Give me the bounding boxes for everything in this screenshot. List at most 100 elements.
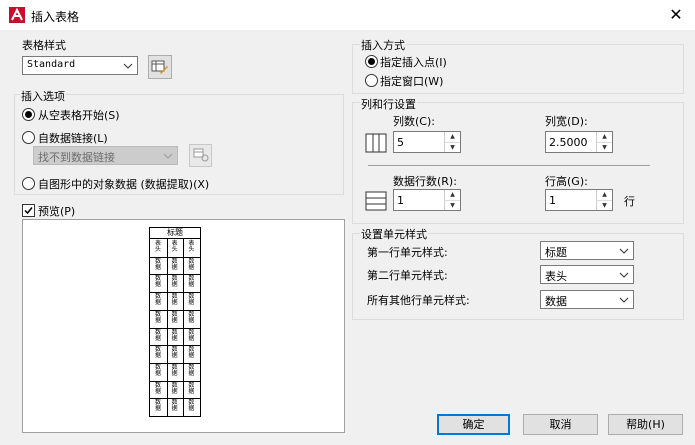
preview-data-cell: 数 据 bbox=[171, 257, 178, 271]
preview-data-cell: 数 据 bbox=[171, 328, 178, 342]
chevron-down-icon bbox=[619, 272, 629, 278]
columns-label: 列数(C): bbox=[393, 115, 435, 128]
specify-window-label: 指定窗口(W) bbox=[380, 75, 444, 88]
preview-data-cell: 数 据 bbox=[171, 363, 178, 377]
chevron-down-icon bbox=[619, 248, 629, 254]
data-rows-value: 1 bbox=[397, 194, 404, 207]
checkmark-icon bbox=[24, 207, 33, 215]
other-rows-style-value: 数据 bbox=[545, 295, 567, 308]
second-row-style-value: 表头 bbox=[545, 270, 567, 283]
spin-down-icon[interactable]: ▼ bbox=[597, 142, 612, 153]
specify-point-label: 指定插入点(I) bbox=[380, 56, 447, 69]
other-rows-style-select[interactable]: 数据 bbox=[540, 290, 634, 309]
preview-data-cell: 数 据 bbox=[154, 310, 161, 324]
chevron-down-icon bbox=[123, 63, 133, 69]
spin-down-icon[interactable]: ▼ bbox=[445, 200, 460, 211]
cell-styles-label: 设置单元样式 bbox=[360, 226, 428, 242]
insert-method-label: 插入方式 bbox=[360, 37, 406, 53]
row-height-value: 1 bbox=[549, 194, 556, 207]
preview-title-cell: 标题 bbox=[150, 228, 200, 239]
ok-button[interactable]: 确定 bbox=[437, 414, 510, 435]
specify-point-radio[interactable] bbox=[365, 55, 378, 68]
cancel-button[interactable]: 取消 bbox=[523, 414, 598, 435]
help-button[interactable]: 帮助(H) bbox=[608, 414, 683, 435]
data-link-select[interactable]: 找不到数据链接 bbox=[33, 146, 178, 165]
data-link-value: 找不到数据链接 bbox=[38, 151, 115, 164]
start-empty-radio[interactable] bbox=[22, 108, 35, 121]
preview-data-cell: 数 据 bbox=[171, 310, 178, 324]
title-bar bbox=[0, 0, 695, 30]
data-rows-label: 数据行数(R): bbox=[393, 175, 457, 188]
spin-down-icon[interactable]: ▼ bbox=[445, 142, 460, 153]
start-empty-label: 从空表格开始(S) bbox=[38, 109, 120, 122]
preview-checkbox[interactable] bbox=[22, 204, 35, 217]
preview-data-cell: 数 据 bbox=[188, 328, 195, 342]
preview-data-cell: 数 据 bbox=[154, 275, 161, 289]
column-width-value: 2.5000 bbox=[549, 136, 588, 149]
preview-table: 标题表 头表 头表 头数 据数 据数 据数 据数 据数 据数 据数 据数 据数 … bbox=[149, 227, 201, 417]
preview-data-cell: 数 据 bbox=[188, 257, 195, 271]
preview-header-cell: 表 头 bbox=[188, 240, 195, 253]
row-unit-label: 行 bbox=[624, 195, 635, 208]
preview-data-cell: 数 据 bbox=[171, 293, 178, 307]
divider bbox=[368, 165, 650, 166]
specify-window-radio[interactable] bbox=[365, 74, 378, 87]
preview-data-cell: 数 据 bbox=[188, 346, 195, 360]
preview-data-cell: 数 据 bbox=[188, 310, 195, 324]
preview-data-cell: 数 据 bbox=[188, 275, 195, 289]
table-style-value: Standard bbox=[27, 59, 76, 70]
from-drawing-data-radio[interactable] bbox=[22, 177, 35, 190]
preview-header-cell: 表 头 bbox=[171, 240, 178, 253]
preview-data-cell: 数 据 bbox=[154, 328, 161, 342]
data-link-manager-button[interactable] bbox=[189, 144, 212, 167]
second-row-style-select[interactable]: 表头 bbox=[540, 265, 634, 284]
preview-data-cell: 数 据 bbox=[188, 363, 195, 377]
preview-data-cell: 数 据 bbox=[171, 275, 178, 289]
columns-rows-label: 列和行设置 bbox=[360, 96, 417, 112]
preview-label: 预览(P) bbox=[38, 205, 76, 218]
preview-data-cell: 数 据 bbox=[171, 381, 178, 395]
preview-header-cell: 表 头 bbox=[154, 240, 161, 253]
preview-data-cell: 数 据 bbox=[188, 381, 195, 395]
first-row-style-label: 第一行单元样式: bbox=[367, 246, 448, 259]
from-data-link-radio[interactable] bbox=[22, 131, 35, 144]
column-width-label: 列宽(D): bbox=[545, 115, 588, 128]
table-style-label: 表格样式 bbox=[22, 39, 66, 52]
table-edit-icon bbox=[151, 60, 168, 74]
table-style-select[interactable]: Standard bbox=[22, 56, 138, 75]
rows-icon bbox=[365, 191, 387, 211]
spin-up-icon[interactable]: ▲ bbox=[445, 132, 460, 142]
preview-data-cell: 数 据 bbox=[188, 293, 195, 307]
spin-down-icon[interactable]: ▼ bbox=[597, 200, 612, 211]
columns-icon bbox=[365, 133, 387, 153]
autocad-logo-icon bbox=[9, 7, 25, 23]
preview-data-cell: 数 据 bbox=[154, 257, 161, 271]
first-row-style-select[interactable]: 标题 bbox=[540, 241, 634, 260]
row-height-label: 行高(G): bbox=[545, 175, 588, 188]
preview-data-cell: 数 据 bbox=[188, 399, 195, 413]
preview-data-cell: 数 据 bbox=[154, 293, 161, 307]
columns-value: 5 bbox=[397, 136, 404, 149]
preview-data-cell: 数 据 bbox=[154, 381, 161, 395]
chevron-down-icon bbox=[619, 297, 629, 303]
first-row-style-value: 标题 bbox=[545, 246, 567, 259]
data-rows-spinner[interactable]: 1 ▲ ▼ bbox=[393, 189, 461, 211]
data-link-icon bbox=[193, 148, 208, 162]
spin-up-icon[interactable]: ▲ bbox=[445, 190, 460, 200]
preview-data-cell: 数 据 bbox=[154, 399, 161, 413]
close-button[interactable]: ✕ bbox=[664, 5, 688, 25]
window-title: 插入表格 bbox=[31, 10, 80, 24]
from-drawing-data-label: 自图形中的对象数据 (数据提取)(X) bbox=[38, 178, 210, 191]
preview-data-cell: 数 据 bbox=[171, 399, 178, 413]
chevron-down-icon bbox=[163, 153, 173, 159]
preview-data-cell: 数 据 bbox=[154, 363, 161, 377]
spin-up-icon[interactable]: ▲ bbox=[597, 190, 612, 200]
table-style-dialog-button[interactable] bbox=[148, 55, 172, 79]
from-data-link-label: 自数据链接(L) bbox=[38, 132, 108, 145]
row-height-spinner[interactable]: 1 ▲ ▼ bbox=[545, 189, 613, 211]
spin-up-icon[interactable]: ▲ bbox=[597, 132, 612, 142]
column-width-spinner[interactable]: 2.5000 ▲ ▼ bbox=[545, 131, 613, 153]
columns-spinner[interactable]: 5 ▲ ▼ bbox=[393, 131, 461, 153]
other-rows-style-label: 所有其他行单元样式: bbox=[367, 294, 470, 307]
preview-data-cell: 数 据 bbox=[171, 346, 178, 360]
